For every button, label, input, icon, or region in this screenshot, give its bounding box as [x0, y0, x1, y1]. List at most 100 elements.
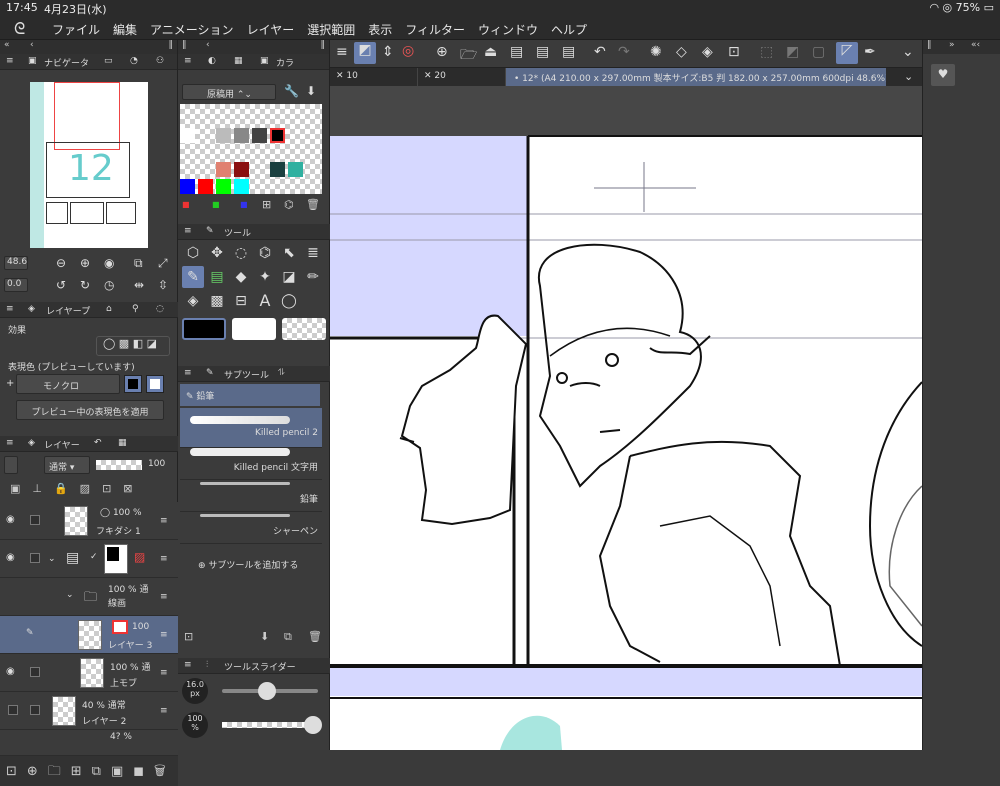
canvas-drawing[interactable] [330, 86, 922, 750]
navigator-title[interactable]: ナビゲータ [44, 56, 89, 69]
drag-handle-icon[interactable]: ≡ [160, 554, 168, 564]
heart-icon[interactable]: ♥ [931, 64, 955, 86]
menu-icon[interactable]: ≡ [336, 44, 348, 60]
redo-icon[interactable]: ↷ [618, 44, 630, 60]
effect-buttons[interactable]: ◯ ▩ ◧ ◪ [96, 336, 170, 356]
brush-size-knob[interactable] [258, 682, 276, 700]
menu-help[interactable]: ヘルプ [551, 21, 587, 38]
delete-icon[interactable]: 🗑 [308, 630, 322, 643]
rotate-value[interactable]: 0.0 [4, 278, 28, 292]
tab-icon[interactable]: ◌ [156, 304, 164, 314]
gradient-icon[interactable]: ▩ [206, 290, 228, 312]
layer-type-button[interactable] [4, 456, 18, 474]
opacity-value[interactable]: 100 [148, 459, 165, 469]
brush-icon[interactable]: ▤ [206, 266, 228, 288]
menu-filter[interactable]: フィルター [405, 21, 465, 38]
text-icon[interactable]: A [254, 290, 276, 312]
save-icon[interactable]: ⬇ [306, 84, 316, 98]
menu-icon[interactable]: ≡ [6, 56, 14, 66]
ruler-snap-icon[interactable]: ◸ [836, 42, 858, 64]
selection-icon[interactable]: ▢ [812, 44, 825, 60]
fill-icon[interactable]: ◈ [702, 44, 713, 60]
menu-layer[interactable]: レイヤー [247, 21, 295, 38]
subtool-group[interactable]: ✎ 鉛筆 [180, 384, 320, 406]
menu-icon[interactable]: ≡ [184, 226, 192, 236]
tab-icon[interactable]: ⥮ [278, 368, 285, 378]
lasso-icon[interactable]: ◌ [230, 242, 252, 264]
collapse-left-icon[interactable]: « [4, 40, 10, 50]
swatch[interactable] [180, 128, 195, 143]
app-logo-icon[interactable]: ᘓ [14, 19, 34, 38]
deselect-icon[interactable]: ⬚ [760, 44, 773, 60]
layer-row[interactable]: ◉ ◯ 100 % フキダシ 1 ≡ [0, 502, 178, 540]
menu-icon[interactable]: ≡ [184, 56, 192, 66]
menu-edit[interactable]: 編集 [113, 21, 137, 38]
color-set-title[interactable]: カラ [276, 56, 294, 69]
subtool-item[interactable]: シャーペン [180, 504, 322, 544]
wrench-icon[interactable]: 🔧 [284, 84, 299, 98]
main-color-swatch[interactable] [182, 318, 226, 340]
blend-mode-select[interactable]: 通常 ▾ [44, 456, 90, 474]
pen-icon[interactable]: ✎ [182, 266, 204, 288]
swatch[interactable] [234, 162, 249, 177]
expand-icon[interactable]: «‹ [971, 40, 980, 50]
marker-icon[interactable]: ✏ [302, 266, 324, 288]
swatch-selected[interactable] [270, 128, 285, 143]
flip-horizontal-icon[interactable]: ⇹ [134, 278, 144, 292]
brush-opacity-knob[interactable] [304, 716, 322, 734]
delete-swatch-icon[interactable]: 🗑 [306, 198, 320, 211]
transform-icon[interactable]: ⊡ [728, 44, 740, 60]
eraser-icon[interactable]: ◆ [230, 266, 252, 288]
new-file-icon[interactable]: ⊕ [436, 44, 448, 60]
navigator-preview[interactable]: 12 [30, 82, 148, 248]
layer-toolbar[interactable]: ▣⊥🔒▨⊡⊠ [10, 482, 176, 498]
tool-slider-title[interactable]: ツールスライダー [224, 660, 296, 673]
zoom-in-icon[interactable]: ⊕ [80, 256, 90, 270]
color-set-select[interactable]: 原稿用 ⌃⌄ [182, 84, 276, 100]
undo-icon[interactable]: ↶ [594, 44, 606, 60]
pointer-icon[interactable]: ⬉ [278, 242, 300, 264]
rotate-right-icon[interactable]: ↻ [80, 278, 90, 292]
layer-bottom-toolbar[interactable]: ⊡⊕🗀⊞⧉▣◼🗑 [0, 756, 178, 786]
tab-icon[interactable]: ⚲ [132, 304, 139, 314]
drag-handle-icon[interactable]: ≡ [160, 516, 168, 526]
color-black-swatch[interactable] [124, 375, 142, 393]
eye-icon[interactable]: ◉ [6, 514, 18, 525]
tab-icon[interactable]: ▭ [104, 56, 113, 66]
tab-icon[interactable]: ▦ [118, 438, 127, 448]
menu-selection[interactable]: 選択範囲 [307, 21, 355, 38]
layer-checkbox[interactable] [30, 515, 40, 525]
chevron-down-icon[interactable]: ⌄ [902, 44, 914, 60]
close-icon[interactable]: ✕ [424, 71, 434, 81]
tab-icon[interactable]: ⌂ [106, 304, 112, 314]
tab-icon[interactable]: ◐ [208, 56, 216, 66]
drag-handle-icon[interactable]: ≡ [160, 592, 168, 602]
canvas-tab-active[interactable]: • 12* (A4 210.00 x 297.00mm 製本サイズ:B5 判 1… [506, 68, 886, 86]
swatch[interactable] [198, 179, 213, 194]
zoom-value[interactable]: 48.6 [4, 256, 28, 270]
cube-icon[interactable]: ⬡ [182, 242, 204, 264]
swatch[interactable] [288, 162, 303, 177]
color-white-swatch[interactable] [146, 375, 164, 393]
layer-row[interactable]: 40 % 通常 レイヤー 2 ≡ [0, 692, 178, 730]
sparkle-icon[interactable]: ✦ [254, 266, 276, 288]
color-swatch-grid[interactable] [180, 104, 322, 194]
app-icon[interactable]: ◎ [402, 43, 414, 59]
export-psd-icon[interactable]: ▤ [562, 44, 575, 60]
expand-icon[interactable]: ⤢ [158, 256, 168, 271]
history-icon[interactable]: ↶ [94, 438, 102, 448]
apply-express-color-button[interactable]: プレビュー中の表現色を適用 [16, 400, 164, 420]
loading-icon[interactable]: ✺ [650, 44, 662, 60]
tool-title[interactable]: ツール [224, 226, 251, 239]
rotate-left-icon[interactable]: ↺ [56, 278, 66, 292]
add-subtool-button[interactable]: ⊕ サブツールを追加する [198, 558, 298, 571]
invert-selection-icon[interactable]: ◩ [786, 44, 799, 60]
layer-row[interactable]: ◉ 100 % 通 上モブ ≡ [0, 654, 178, 692]
expand-icon[interactable]: ⌄ [48, 554, 56, 564]
swatch[interactable] [216, 179, 231, 194]
fit-icon[interactable]: ◉ [104, 256, 114, 270]
open-file-icon[interactable]: 🗁 [460, 44, 477, 68]
tab-icon[interactable]: ⚇ [156, 56, 164, 66]
add-swatch-icon[interactable]: ⊞ [262, 198, 271, 211]
copy-icon[interactable]: ⧉ [284, 630, 292, 644]
